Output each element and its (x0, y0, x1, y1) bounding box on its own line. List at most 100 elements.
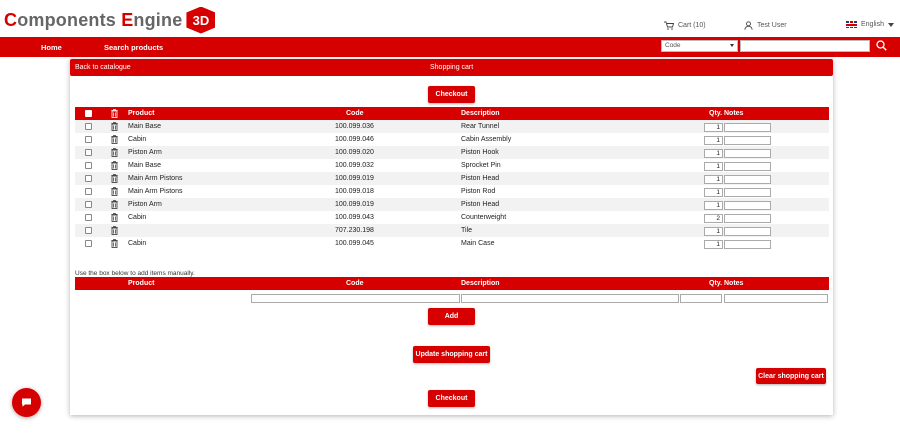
search-button[interactable] (876, 40, 888, 52)
row-checkbox[interactable] (85, 227, 92, 234)
cell-code: 100.099.032 (335, 162, 374, 169)
trash-icon[interactable] (111, 226, 118, 235)
row-checkbox[interactable] (85, 149, 92, 156)
col-notes: Notes (724, 280, 744, 287)
row-checkbox[interactable] (85, 188, 92, 195)
chevron-down-icon (887, 22, 894, 27)
add-button[interactable]: Add (428, 308, 475, 325)
qty-input[interactable]: 1 (704, 227, 723, 236)
panel-header: Back to catalogue Shopping cart (70, 59, 833, 76)
search-type-select[interactable]: Code (661, 40, 738, 52)
notes-input[interactable] (724, 227, 771, 236)
trash-icon[interactable] (111, 135, 118, 144)
manual-qty-input[interactable] (680, 294, 722, 303)
cell-code: 100.099.018 (335, 188, 374, 195)
notes-input[interactable] (724, 136, 771, 145)
search-input[interactable] (740, 40, 870, 52)
notes-input[interactable] (724, 162, 771, 171)
cell-description: Piston Rod (461, 188, 496, 195)
cell-code: 100.099.020 (335, 149, 374, 156)
notes-input[interactable] (724, 175, 771, 184)
site-logo[interactable]: Components Engine 3D (4, 6, 216, 34)
update-cart-button[interactable]: Update shopping cart (413, 346, 490, 363)
cell-description: Cabin Assembly (461, 136, 512, 143)
cart-link[interactable]: Cart (10) (664, 21, 706, 30)
trash-icon[interactable] (111, 213, 118, 222)
cell-product: Main Base (128, 123, 162, 130)
cell-product: Cabin (128, 136, 147, 143)
site-header: Components Engine 3D Cart (10) Test User… (0, 0, 900, 37)
page-title: Shopping cart (430, 64, 474, 71)
notes-input[interactable] (724, 214, 771, 223)
table-row: Cabin 100.099.045 Main Case 1 (75, 237, 829, 250)
qty-input[interactable]: 1 (704, 123, 723, 132)
qty-input[interactable]: 1 (704, 162, 723, 171)
cell-description: Sprocket Pin (461, 162, 501, 169)
row-checkbox[interactable] (85, 136, 92, 143)
cell-product: Cabin (128, 214, 147, 221)
manual-description-input[interactable] (461, 294, 679, 303)
cell-code: 100.099.036 (335, 123, 374, 130)
shopping-cart-panel: Back to catalogue Shopping cart Checkout… (70, 59, 833, 415)
clear-cart-button[interactable]: Clear shopping cart (756, 368, 826, 384)
cell-code: 100.099.045 (335, 240, 374, 247)
qty-input[interactable]: 1 (704, 201, 723, 210)
row-checkbox[interactable] (85, 240, 92, 247)
col-qty: Qty. (709, 110, 723, 117)
notes-input[interactable] (724, 240, 771, 249)
notes-input[interactable] (724, 149, 771, 158)
cell-code: 707.230.198 (335, 227, 374, 234)
table-row: Main Base 100.099.036 Rear Tunnel 1 (75, 120, 829, 133)
language-selector[interactable]: English (846, 21, 894, 28)
cell-code: 100.099.019 (335, 175, 374, 182)
qty-input[interactable]: 1 (704, 188, 723, 197)
cell-description: Counterweight (461, 214, 507, 221)
cart-rows: Main Base 100.099.036 Rear Tunnel 1 Cabin 100… (75, 120, 829, 250)
notes-input[interactable] (724, 201, 771, 210)
qty-input[interactable]: 1 (704, 149, 723, 158)
cell-code: 100.099.043 (335, 214, 374, 221)
user-icon (744, 21, 753, 30)
row-checkbox[interactable] (85, 201, 92, 208)
language-label: English (861, 21, 884, 28)
trash-icon[interactable] (111, 161, 118, 170)
cart-table: Product Code Description Qty. Notes Main… (75, 107, 829, 250)
trash-icon[interactable] (111, 239, 118, 248)
trash-icon[interactable] (111, 148, 118, 157)
table-row: Cabin 100.099.046 Cabin Assembly 1 (75, 133, 829, 146)
checkout-button-bottom[interactable]: Checkout (428, 390, 475, 407)
notes-input[interactable] (724, 188, 771, 197)
row-checkbox[interactable] (85, 162, 92, 169)
manual-add-table: Product Code Description Qty. Notes (75, 277, 829, 290)
trash-icon[interactable] (111, 109, 118, 118)
user-label: Test User (757, 22, 787, 29)
search-icon (876, 40, 887, 51)
trash-icon[interactable] (111, 174, 118, 183)
trash-icon[interactable] (111, 122, 118, 131)
col-code: Code (346, 110, 364, 117)
select-all-checkbox[interactable] (85, 110, 92, 117)
col-qty: Qty. (709, 280, 723, 287)
row-checkbox[interactable] (85, 175, 92, 182)
qty-input[interactable]: 2 (704, 214, 723, 223)
back-to-catalogue-link[interactable]: Back to catalogue (75, 64, 131, 71)
manual-code-input[interactable] (251, 294, 460, 303)
col-description: Description (461, 110, 500, 117)
manual-notes-input[interactable] (724, 294, 828, 303)
trash-icon[interactable] (111, 200, 118, 209)
col-product: Product (128, 280, 155, 287)
nav-home[interactable]: Home (41, 43, 62, 52)
row-checkbox[interactable] (85, 214, 92, 221)
qty-input[interactable]: 1 (704, 136, 723, 145)
nav-search-products[interactable]: Search products (104, 43, 163, 52)
chat-button[interactable] (12, 388, 41, 417)
qty-input[interactable]: 1 (704, 240, 723, 249)
cell-description: Piston Hook (461, 149, 499, 156)
row-checkbox[interactable] (85, 123, 92, 130)
col-description: Description (461, 280, 500, 287)
checkout-button-top[interactable]: Checkout (428, 86, 475, 103)
qty-input[interactable]: 1 (704, 175, 723, 184)
user-menu[interactable]: Test User (744, 21, 787, 30)
trash-icon[interactable] (111, 187, 118, 196)
notes-input[interactable] (724, 123, 771, 132)
